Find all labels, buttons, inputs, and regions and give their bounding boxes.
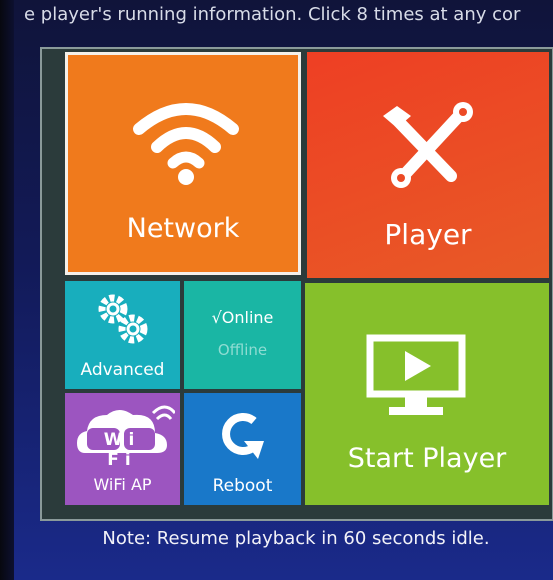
menu-grid: Network Player Advanced √Online Offline — [40, 47, 553, 521]
scrolling-info-text: e player's running information. Click 8 … — [24, 4, 521, 25]
advanced-label: Advanced — [80, 360, 165, 380]
online-status: √Online — [211, 308, 274, 327]
network-tile[interactable]: Network — [65, 52, 301, 275]
device-bezel — [0, 0, 14, 580]
idle-note: Note: Resume playback in 60 seconds idle… — [102, 528, 490, 549]
gears-icon — [98, 294, 148, 344]
offline-status: Offline — [217, 341, 268, 359]
wifi-logo-text: Wi Fi — [103, 430, 141, 470]
reboot-label: Reboot — [212, 476, 273, 496]
wifi-ap-label: WiFi AP — [93, 475, 152, 494]
reboot-icon — [222, 413, 264, 459]
advanced-tile[interactable]: Advanced — [65, 281, 180, 389]
monitor-play-icon — [366, 334, 466, 415]
player-tile[interactable]: Player — [307, 52, 549, 278]
start-player-label: Start Player — [347, 443, 507, 474]
wifi-icon — [133, 103, 239, 185]
wifi-ap-tile[interactable]: Wi Fi WiFi AP — [65, 393, 180, 505]
tools-icon — [383, 102, 473, 188]
network-label: Network — [126, 213, 240, 244]
network-status-tile[interactable]: √Online Offline — [184, 281, 301, 389]
reboot-tile[interactable]: Reboot — [184, 393, 301, 505]
start-player-tile[interactable]: Start Player — [305, 283, 549, 505]
player-label: Player — [384, 218, 472, 251]
